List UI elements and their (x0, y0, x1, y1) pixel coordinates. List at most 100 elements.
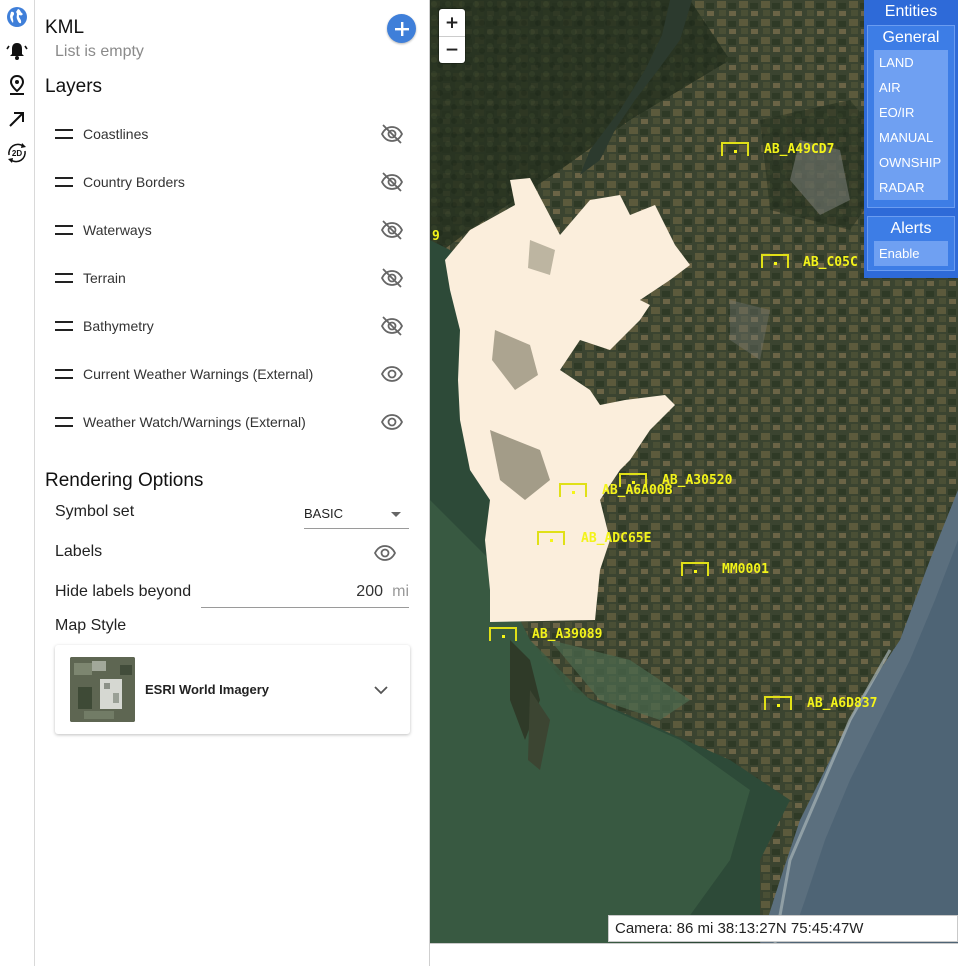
track-label[interactable]: AB_A6A00B (602, 483, 672, 498)
svg-text:2D: 2D (12, 149, 22, 158)
hide-labels-label: Hide labels beyond (55, 583, 192, 600)
track-label[interactable]: AB_A49CD7 (764, 142, 834, 157)
layer-label: Terrain (83, 270, 126, 286)
labels-visibility-toggle[interactable] (372, 540, 398, 566)
entity-filter-land[interactable]: LAND (874, 50, 948, 75)
track-label[interactable]: AB_A30520 (662, 473, 732, 488)
track-symbol[interactable] (764, 696, 792, 710)
track-symbol[interactable] (559, 483, 587, 497)
layer-label: Current Weather Warnings (External) (83, 366, 314, 382)
eye-off-icon (380, 220, 404, 240)
icon-rail: 2D (0, 0, 35, 966)
add-kml-button[interactable] (387, 14, 416, 43)
zoom-out-button[interactable]: − (439, 36, 465, 63)
map-footer (430, 943, 958, 966)
drag-handle-icon[interactable] (55, 369, 73, 379)
eye-off-icon (380, 268, 404, 288)
layer-visibility-toggle[interactable] (379, 217, 405, 243)
kml-empty-text: List is empty (55, 43, 144, 60)
layer-row[interactable]: Waterways (55, 206, 405, 254)
eye-icon (380, 366, 404, 382)
drag-handle-icon[interactable] (55, 177, 73, 187)
layer-label: Bathymetry (83, 318, 154, 334)
map-style-name: ESRI World Imagery (145, 682, 270, 697)
entity-filter-manual[interactable]: MANUAL (874, 125, 948, 150)
layer-row[interactable]: Terrain (55, 254, 405, 302)
alerts-filter-list: Enable (868, 241, 954, 266)
eye-off-icon (380, 172, 404, 192)
layer-label: Weather Watch/Warnings (External) (83, 414, 306, 430)
general-filter-box: General LAND AIR EO/IR MANUAL OWNSHIP RADAR (867, 25, 955, 208)
kml-title: KML (45, 17, 85, 38)
track-label[interactable]: AB_A39089 (532, 627, 602, 642)
chevron-down-icon (372, 681, 390, 699)
drag-handle-icon[interactable] (55, 417, 73, 427)
2d-toggle-icon[interactable]: 2D (4, 140, 30, 166)
alerts-filter-box: Alerts Enable (867, 216, 955, 271)
hide-labels-value: 200 (356, 583, 383, 600)
arrow-up-right-icon[interactable] (4, 106, 30, 132)
track-symbol[interactable] (681, 562, 709, 576)
layer-visibility-toggle[interactable] (379, 313, 405, 339)
entity-filter-ownship[interactable]: OWNSHIP (874, 150, 948, 175)
track-symbol[interactable] (489, 627, 517, 641)
general-filter-list: LAND AIR EO/IR MANUAL OWNSHIP RADAR (868, 50, 954, 200)
dropdown-arrow-icon (391, 512, 401, 517)
layer-visibility-toggle[interactable] (379, 169, 405, 195)
layer-row[interactable]: Bathymetry (55, 302, 405, 350)
track-label[interactable]: AB_C05C (803, 255, 858, 270)
layer-row[interactable]: Coastlines (55, 110, 405, 158)
layer-visibility-toggle[interactable] (379, 265, 405, 291)
drag-handle-icon[interactable] (55, 225, 73, 235)
hide-labels-unit: mi (392, 583, 409, 600)
entities-title: Entities (884, 3, 938, 20)
layer-visibility-toggle[interactable] (379, 409, 405, 435)
symbol-set-label: Symbol set (55, 503, 135, 520)
eye-icon (373, 545, 397, 561)
layers-title: Layers (45, 76, 103, 97)
layer-label: Coastlines (83, 126, 149, 142)
globe-icon[interactable] (4, 4, 30, 30)
side-panel: KML List is empty Layers Coastlines Count… (35, 0, 430, 966)
layer-row[interactable]: Current Weather Warnings (External) (55, 350, 405, 398)
drag-handle-icon[interactable] (55, 273, 73, 283)
hide-labels-distance-input[interactable]: 200 mi (201, 578, 409, 608)
zoom-in-button[interactable]: + (439, 9, 465, 36)
layer-visibility-toggle[interactable] (379, 121, 405, 147)
alerts-bell-icon[interactable] (4, 38, 30, 64)
entity-filter-radar[interactable]: RADAR (874, 175, 948, 200)
map-pin-icon[interactable] (4, 72, 30, 98)
map-style-select[interactable]: ESRI World Imagery (55, 645, 410, 734)
layer-row[interactable]: Weather Watch/Warnings (External) (55, 398, 405, 446)
track-symbol[interactable] (537, 531, 565, 545)
zoom-control: + − (439, 9, 465, 63)
symbol-set-value: BASIC (304, 506, 344, 521)
eye-off-icon (380, 124, 404, 144)
drag-handle-icon[interactable] (55, 321, 73, 331)
entity-filter-eo-ir[interactable]: EO/IR (874, 100, 948, 125)
track-label-partial[interactable]: 9 (432, 229, 440, 244)
entities-panel: Entities General LAND AIR EO/IR MANUAL OWNSH… (864, 0, 958, 278)
layer-label: Country Borders (83, 174, 185, 190)
layer-row[interactable]: Country Borders (55, 158, 405, 206)
rendering-options-title: Rendering Options (45, 470, 204, 491)
map-style-thumbnail (70, 657, 135, 722)
plus-icon (394, 21, 409, 36)
general-title: General (882, 29, 940, 46)
alerts-enable-toggle[interactable]: Enable (874, 241, 948, 266)
layer-visibility-toggle[interactable] (379, 361, 405, 387)
entity-filter-air[interactable]: AIR (874, 75, 948, 100)
camera-readout: Camera: 86 mi 38:13:27N 75:45:47W (608, 915, 958, 942)
drag-handle-icon[interactable] (55, 129, 73, 139)
track-symbol[interactable] (721, 142, 749, 156)
labels-label: Labels (55, 543, 103, 560)
eye-icon (380, 414, 404, 430)
track-label[interactable]: AB_ADC65E (581, 531, 651, 546)
alerts-title: Alerts (890, 220, 932, 237)
map-style-label: Map Style (55, 617, 127, 634)
eye-off-icon (380, 316, 404, 336)
track-label[interactable]: AB_A6D837 (807, 696, 877, 711)
symbol-set-select[interactable]: BASIC (304, 500, 409, 529)
track-symbol[interactable] (761, 254, 789, 268)
track-label[interactable]: MM0001 (722, 562, 769, 577)
